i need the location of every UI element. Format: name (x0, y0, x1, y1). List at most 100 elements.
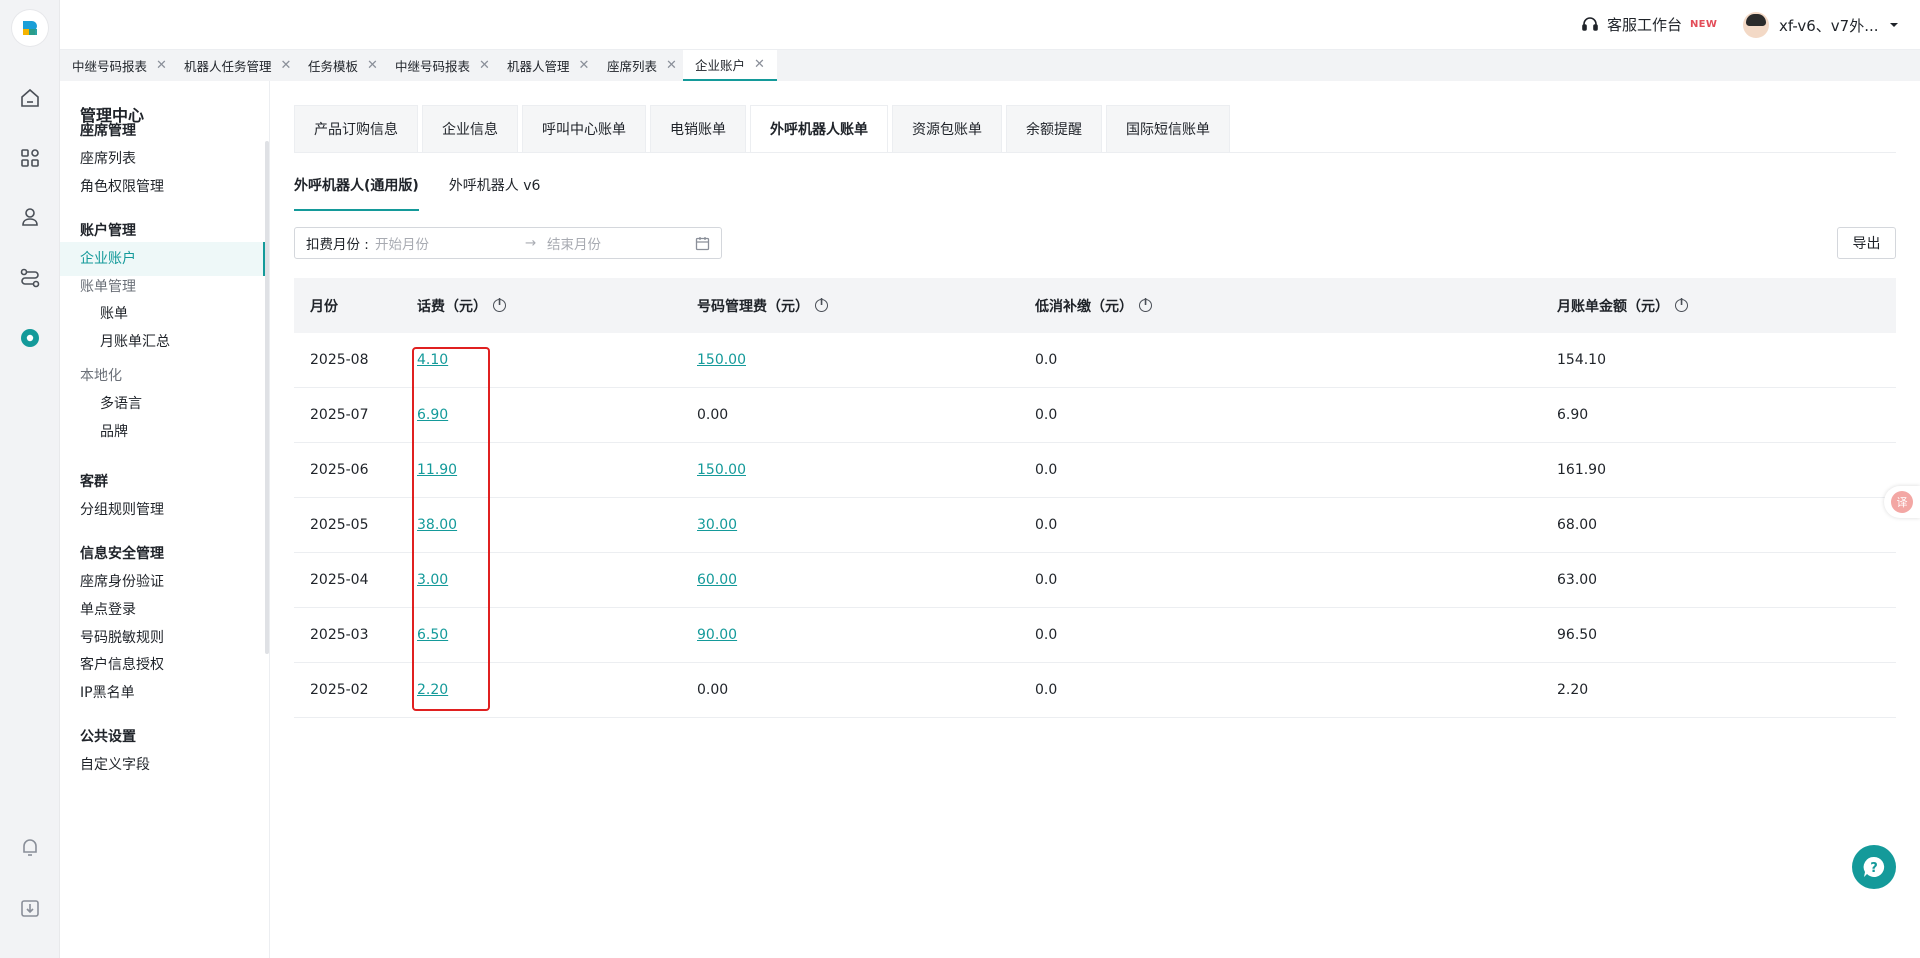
number-fee-link[interactable]: 30.00 (697, 517, 737, 533)
info-icon[interactable] (815, 298, 828, 312)
cell-number-fee: 0.00 (697, 407, 1035, 423)
header-number-fee: 号码管理费（元） (697, 296, 1035, 316)
cell-month: 2025-07 (310, 407, 369, 423)
contacts-icon[interactable] (18, 205, 42, 229)
close-icon[interactable]: ✕ (367, 58, 378, 73)
subtab-robot-general[interactable]: 外呼机器人(通用版) (294, 175, 419, 211)
header-min-fee: 低消补缴（元） (1035, 296, 1557, 316)
tab-telesales-bill[interactable]: 电销账单 (650, 105, 746, 152)
cell-total: 6.90 (1557, 407, 1589, 423)
sidebar-item-seat-auth[interactable]: 座席身份验证 (80, 571, 164, 591)
svg-text:译: 译 (1897, 496, 1908, 509)
table-header: 月份 话费（元） 号码管理费（元） 低消补缴（元） 月账单金额（元） (294, 278, 1896, 333)
page-tab[interactable]: 中继号码报表 ✕ (383, 50, 490, 81)
user-name: xf-v6、v7外... (1779, 16, 1879, 35)
table-row: 2025-04 3.00 60.00 0.0 63.00 (294, 553, 1896, 608)
sidebar-item-sso[interactable]: 单点登录 (80, 599, 136, 619)
start-month-input[interactable]: 开始月份 (375, 233, 525, 253)
flow-icon[interactable] (18, 266, 42, 290)
svg-text:?: ? (1870, 861, 1878, 876)
help-icon: ? (1863, 856, 1885, 877)
settings-icon[interactable] (18, 326, 42, 350)
tab-robot-bill[interactable]: 外呼机器人账单 (750, 105, 888, 152)
app-logo[interactable] (12, 10, 48, 46)
subtab-robot-v6[interactable]: 外呼机器人 v6 (449, 175, 541, 211)
close-icon[interactable]: ✕ (281, 58, 292, 73)
cell-number-fee: 90.00 (697, 627, 1035, 643)
cell-min-fee: 0.0 (1035, 627, 1058, 643)
apps-icon[interactable] (18, 146, 42, 170)
sidebar-scrollbar[interactable] (265, 141, 269, 654)
translate-icon[interactable]: 译 (1884, 486, 1920, 518)
page-tab-label: 任务模板 (308, 59, 359, 74)
sidebar-item-ip-blacklist[interactable]: IP黑名单 (80, 682, 135, 702)
number-fee-link[interactable]: 150.00 (697, 352, 746, 368)
robot-subtabs: 外呼机器人(通用版) 外呼机器人 v6 (294, 175, 540, 211)
help-chat-button[interactable]: ? (1852, 845, 1896, 889)
bill-table: 月份 话费（元） 号码管理费（元） 低消补缴（元） 月账单金额（元） 2025-… (294, 278, 1896, 718)
sidebar-item-monthly-summary[interactable]: 月账单汇总 (100, 331, 170, 351)
number-fee-link[interactable]: 90.00 (697, 627, 737, 643)
page-tab[interactable]: 任务模板 ✕ (296, 50, 378, 81)
service-label: 客服工作台 (1607, 16, 1683, 34)
sidebar-item-multi-lang[interactable]: 多语言 (100, 393, 142, 413)
sidebar-group-account: 账户管理 (80, 223, 136, 239)
info-icon[interactable] (1675, 298, 1688, 312)
page-tab[interactable]: 机器人任务管理 ✕ (172, 50, 291, 81)
sidebar-item-customer-auth[interactable]: 客户信息授权 (80, 654, 164, 674)
info-icon[interactable] (493, 298, 506, 312)
close-icon[interactable]: ✕ (479, 58, 490, 73)
close-icon[interactable]: ✕ (754, 57, 765, 72)
end-month-input[interactable]: 结束月份 (547, 233, 695, 253)
tab-resource-pack-bill[interactable]: 资源包账单 (892, 105, 1002, 152)
avatar (1743, 12, 1769, 38)
cell-total: 2.20 (1557, 682, 1589, 698)
cell-number-fee: 30.00 (697, 517, 1035, 533)
close-icon[interactable]: ✕ (666, 58, 677, 73)
table-row: 2025-05 38.00 30.00 0.0 68.00 (294, 498, 1896, 553)
export-button[interactable]: 导出 (1837, 227, 1896, 259)
info-icon[interactable] (1139, 298, 1152, 312)
page-tabs-bar: 中继号码报表 ✕ 机器人任务管理 ✕ 任务模板 ✕ 中继号码报表 ✕ 机器人管理 ✕ 座席… (60, 50, 1920, 81)
number-fee-link[interactable]: 150.00 (697, 462, 746, 478)
page-tab-label: 座席列表 (607, 59, 658, 74)
sidebar-item-seat-list[interactable]: 座席列表 (80, 148, 136, 168)
tab-enterprise-info[interactable]: 企业信息 (422, 105, 518, 152)
user-menu[interactable]: xf-v6、v7外... (1743, 12, 1899, 38)
tab-product-order[interactable]: 产品订购信息 (294, 105, 418, 152)
headset-icon (1582, 16, 1598, 31)
cell-month: 2025-06 (310, 462, 369, 478)
month-range-picker[interactable]: 扣费月份 : 开始月份 → 结束月份 (294, 227, 722, 259)
bell-icon[interactable] (18, 835, 42, 859)
sidebar-item-bill[interactable]: 账单 (100, 303, 128, 323)
sidebar-item-brand[interactable]: 品牌 (100, 421, 128, 441)
home-icon[interactable] (18, 86, 42, 110)
close-icon[interactable]: ✕ (156, 58, 167, 73)
sidebar-group-public-settings: 公共设置 (80, 729, 136, 745)
service-workbench-link[interactable]: 客服工作台 NEW (1581, 14, 1717, 35)
cell-total: 161.90 (1557, 462, 1606, 478)
tab-balance-alert[interactable]: 余额提醒 (1006, 105, 1102, 152)
number-fee-link[interactable]: 60.00 (697, 572, 737, 588)
sidebar-item-group-rules[interactable]: 分组规则管理 (80, 499, 164, 519)
header-month: 月份 (294, 296, 417, 316)
sidebar-item-custom-fields[interactable]: 自定义字段 (80, 754, 150, 774)
header-total-label: 月账单金额（元） (1557, 298, 1669, 315)
tab-intl-sms-bill[interactable]: 国际短信账单 (1106, 105, 1230, 152)
download-icon[interactable] (18, 896, 42, 920)
close-icon[interactable]: ✕ (579, 58, 590, 73)
calendar-icon[interactable] (695, 236, 710, 251)
sidebar-item-enterprise-account[interactable]: 企业账户 (60, 242, 265, 276)
page-tab-active[interactable]: 企业账户 ✕ (683, 50, 777, 81)
sidebar-item-bill-mgmt[interactable]: 账单管理 (80, 276, 136, 296)
sidebar-item-localization[interactable]: 本地化 (80, 365, 122, 385)
page-tab[interactable]: 机器人管理 ✕ (495, 50, 589, 81)
page-tab[interactable]: 中继号码报表 ✕ (60, 50, 167, 81)
sidebar-item-number-mask[interactable]: 号码脱敏规则 (80, 627, 164, 647)
table-row: 2025-06 11.90 150.00 0.0 161.90 (294, 443, 1896, 498)
page-tab[interactable]: 座席列表 ✕ (595, 50, 677, 81)
table-row: 2025-08 4.10 150.00 0.0 154.10 (294, 333, 1896, 388)
sidebar-item-role-perm[interactable]: 角色权限管理 (80, 176, 164, 196)
cell-total: 96.50 (1557, 627, 1598, 643)
tab-callcenter-bill[interactable]: 呼叫中心账单 (522, 105, 646, 152)
